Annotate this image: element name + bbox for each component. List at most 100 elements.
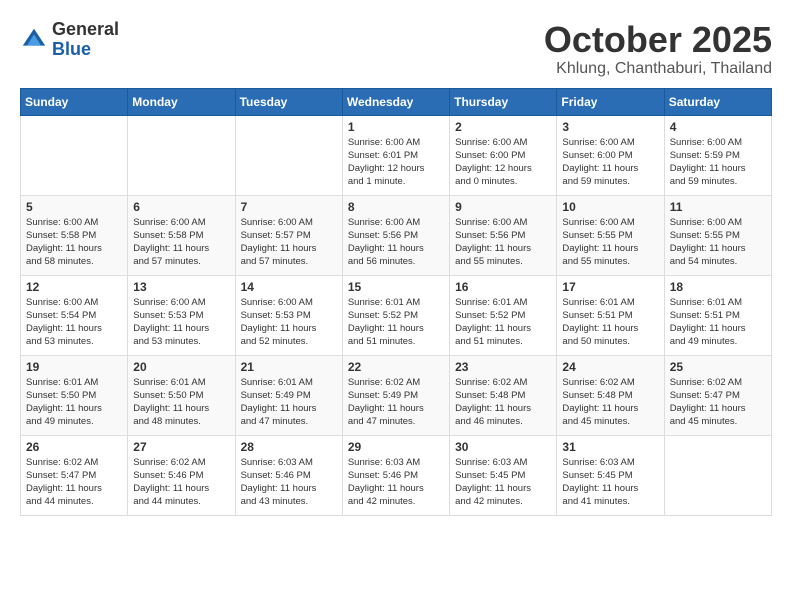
calendar-cell: 17Sunrise: 6:01 AM Sunset: 5:51 PM Dayli… xyxy=(557,275,664,355)
day-number: 27 xyxy=(133,440,229,454)
calendar-cell: 6 Sunrise: 6:00 AM Sunset: 5:58 PM Daylig… xyxy=(128,195,235,275)
day-number: 21 xyxy=(241,360,337,374)
day-number: 28 xyxy=(241,440,337,454)
calendar-cell: 9 Sunrise: 6:00 AM Sunset: 5:56 PM Daylig… xyxy=(450,195,557,275)
day-info: Sunrise: 6:03 AM Sunset: 5:46 PM Dayligh… xyxy=(241,456,337,509)
weekday-header-row: SundayMondayTuesdayWednesdayThursdayFrid… xyxy=(21,88,772,115)
day-number: 7 xyxy=(241,200,337,214)
calendar-week-row: 5 Sunrise: 6:00 AM Sunset: 5:58 PM Daylig… xyxy=(21,195,772,275)
day-number: 15 xyxy=(348,280,444,294)
day-number: 14 xyxy=(241,280,337,294)
weekday-header: Monday xyxy=(128,88,235,115)
calendar-table: SundayMondayTuesdayWednesdayThursdayFrid… xyxy=(20,88,772,516)
day-info: Sunrise: 6:00 AM Sunset: 5:55 PM Dayligh… xyxy=(670,216,766,269)
calendar-week-row: 26 Sunrise: 6:02 AM Sunset: 5:47 PM Dayli… xyxy=(21,435,772,515)
day-info: Sunrise: 6:01 AM Sunset: 5:51 PM Dayligh… xyxy=(562,296,658,349)
calendar-cell: 4Sunrise: 6:00 AM Sunset: 5:59 PM Daylig… xyxy=(664,115,771,195)
calendar-cell: 11 Sunrise: 6:00 AM Sunset: 5:55 PM Dayli… xyxy=(664,195,771,275)
day-info: Sunrise: 6:00 AM Sunset: 5:53 PM Dayligh… xyxy=(133,296,229,349)
day-number: 2 xyxy=(455,120,551,134)
calendar-cell: 24 Sunrise: 6:02 AM Sunset: 5:48 PM Dayli… xyxy=(557,355,664,435)
day-number: 6 xyxy=(133,200,229,214)
calendar-cell: 18Sunrise: 6:01 AM Sunset: 5:51 PM Dayli… xyxy=(664,275,771,355)
day-info: Sunrise: 6:02 AM Sunset: 5:48 PM Dayligh… xyxy=(455,376,551,429)
day-info: Sunrise: 6:00 AM Sunset: 6:00 PM Dayligh… xyxy=(562,136,658,189)
calendar-cell xyxy=(235,115,342,195)
calendar-cell xyxy=(128,115,235,195)
calendar-cell: 13 Sunrise: 6:00 AM Sunset: 5:53 PM Dayli… xyxy=(128,275,235,355)
logo-blue: Blue xyxy=(52,40,119,60)
logo-icon xyxy=(20,26,48,54)
title-block: October 2025 Khlung, Chanthaburi, Thaila… xyxy=(544,20,772,78)
logo-text: General Blue xyxy=(52,20,119,60)
day-number: 8 xyxy=(348,200,444,214)
page-header: General Blue October 2025 Khlung, Chanth… xyxy=(20,20,772,78)
day-number: 19 xyxy=(26,360,122,374)
weekday-header: Sunday xyxy=(21,88,128,115)
calendar-cell: 29Sunrise: 6:03 AM Sunset: 5:46 PM Dayli… xyxy=(342,435,449,515)
day-info: Sunrise: 6:01 AM Sunset: 5:51 PM Dayligh… xyxy=(670,296,766,349)
calendar-cell: 2Sunrise: 6:00 AM Sunset: 6:00 PM Daylig… xyxy=(450,115,557,195)
day-info: Sunrise: 6:00 AM Sunset: 5:53 PM Dayligh… xyxy=(241,296,337,349)
logo-general: General xyxy=(52,20,119,40)
day-number: 9 xyxy=(455,200,551,214)
day-info: Sunrise: 6:00 AM Sunset: 5:58 PM Dayligh… xyxy=(133,216,229,269)
calendar-cell: 19 Sunrise: 6:01 AM Sunset: 5:50 PM Dayli… xyxy=(21,355,128,435)
day-info: Sunrise: 6:00 AM Sunset: 5:56 PM Dayligh… xyxy=(348,216,444,269)
calendar-cell: 16 Sunrise: 6:01 AM Sunset: 5:52 PM Dayli… xyxy=(450,275,557,355)
day-number: 13 xyxy=(133,280,229,294)
calendar-cell: 31 Sunrise: 6:03 AM Sunset: 5:45 PM Dayli… xyxy=(557,435,664,515)
location: Khlung, Chanthaburi, Thailand xyxy=(544,60,772,78)
calendar-cell: 10 Sunrise: 6:00 AM Sunset: 5:55 PM Dayli… xyxy=(557,195,664,275)
calendar-cell: 22 Sunrise: 6:02 AM Sunset: 5:49 PM Dayli… xyxy=(342,355,449,435)
day-number: 20 xyxy=(133,360,229,374)
day-number: 10 xyxy=(562,200,658,214)
day-info: Sunrise: 6:03 AM Sunset: 5:45 PM Dayligh… xyxy=(562,456,658,509)
day-number: 24 xyxy=(562,360,658,374)
day-info: Sunrise: 6:00 AM Sunset: 5:59 PM Dayligh… xyxy=(670,136,766,189)
calendar-cell: 26 Sunrise: 6:02 AM Sunset: 5:47 PM Dayli… xyxy=(21,435,128,515)
calendar-cell: 25Sunrise: 6:02 AM Sunset: 5:47 PM Dayli… xyxy=(664,355,771,435)
calendar-cell: 14 Sunrise: 6:00 AM Sunset: 5:53 PM Dayli… xyxy=(235,275,342,355)
weekday-header: Tuesday xyxy=(235,88,342,115)
day-info: Sunrise: 6:03 AM Sunset: 5:45 PM Dayligh… xyxy=(455,456,551,509)
day-info: Sunrise: 6:02 AM Sunset: 5:47 PM Dayligh… xyxy=(26,456,122,509)
calendar-cell: 5 Sunrise: 6:00 AM Sunset: 5:58 PM Daylig… xyxy=(21,195,128,275)
day-number: 12 xyxy=(26,280,122,294)
calendar-cell: 3 Sunrise: 6:00 AM Sunset: 6:00 PM Daylig… xyxy=(557,115,664,195)
day-number: 1 xyxy=(348,120,444,134)
calendar-cell xyxy=(664,435,771,515)
weekday-header: Friday xyxy=(557,88,664,115)
day-info: Sunrise: 6:00 AM Sunset: 6:01 PM Dayligh… xyxy=(348,136,444,189)
day-number: 16 xyxy=(455,280,551,294)
day-info: Sunrise: 6:01 AM Sunset: 5:52 PM Dayligh… xyxy=(348,296,444,349)
calendar-cell: 15 Sunrise: 6:01 AM Sunset: 5:52 PM Dayli… xyxy=(342,275,449,355)
day-number: 30 xyxy=(455,440,551,454)
day-number: 11 xyxy=(670,200,766,214)
calendar-cell: 1 Sunrise: 6:00 AM Sunset: 6:01 PM Daylig… xyxy=(342,115,449,195)
day-info: Sunrise: 6:00 AM Sunset: 5:54 PM Dayligh… xyxy=(26,296,122,349)
day-info: Sunrise: 6:00 AM Sunset: 5:57 PM Dayligh… xyxy=(241,216,337,269)
month-title: October 2025 xyxy=(544,20,772,60)
calendar-cell: 30 Sunrise: 6:03 AM Sunset: 5:45 PM Dayli… xyxy=(450,435,557,515)
calendar-cell: 23 Sunrise: 6:02 AM Sunset: 5:48 PM Dayli… xyxy=(450,355,557,435)
day-number: 3 xyxy=(562,120,658,134)
day-number: 31 xyxy=(562,440,658,454)
day-number: 23 xyxy=(455,360,551,374)
day-info: Sunrise: 6:00 AM Sunset: 5:55 PM Dayligh… xyxy=(562,216,658,269)
weekday-header: Saturday xyxy=(664,88,771,115)
day-info: Sunrise: 6:02 AM Sunset: 5:49 PM Dayligh… xyxy=(348,376,444,429)
day-number: 25 xyxy=(670,360,766,374)
day-number: 26 xyxy=(26,440,122,454)
day-number: 22 xyxy=(348,360,444,374)
day-info: Sunrise: 6:01 AM Sunset: 5:49 PM Dayligh… xyxy=(241,376,337,429)
calendar-cell: 21 Sunrise: 6:01 AM Sunset: 5:49 PM Dayli… xyxy=(235,355,342,435)
calendar-cell: 27Sunrise: 6:02 AM Sunset: 5:46 PM Dayli… xyxy=(128,435,235,515)
day-info: Sunrise: 6:01 AM Sunset: 5:52 PM Dayligh… xyxy=(455,296,551,349)
day-info: Sunrise: 6:02 AM Sunset: 5:48 PM Dayligh… xyxy=(562,376,658,429)
day-info: Sunrise: 6:01 AM Sunset: 5:50 PM Dayligh… xyxy=(133,376,229,429)
day-info: Sunrise: 6:01 AM Sunset: 5:50 PM Dayligh… xyxy=(26,376,122,429)
day-number: 5 xyxy=(26,200,122,214)
day-info: Sunrise: 6:00 AM Sunset: 5:56 PM Dayligh… xyxy=(455,216,551,269)
day-info: Sunrise: 6:00 AM Sunset: 5:58 PM Dayligh… xyxy=(26,216,122,269)
